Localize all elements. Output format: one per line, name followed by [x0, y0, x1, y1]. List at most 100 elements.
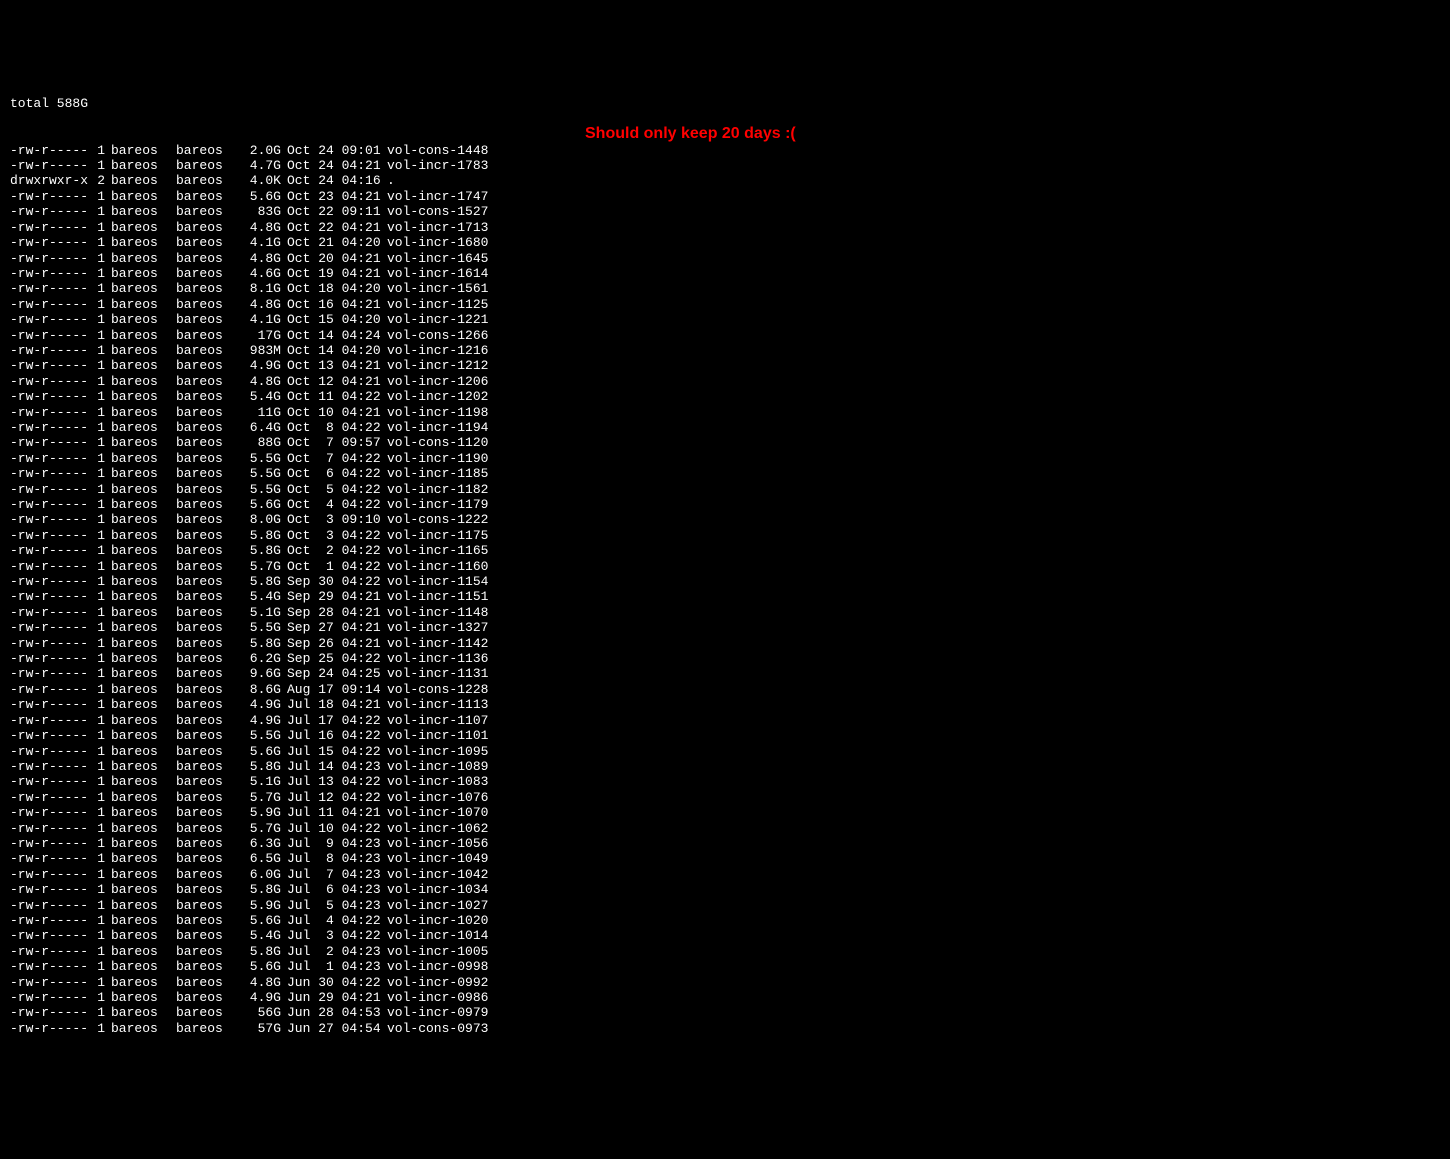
file-name: vol-incr-1198 [387, 405, 488, 420]
file-date: Oct 24 09:01 [287, 143, 387, 158]
file-size: 6.5G [241, 851, 281, 866]
file-date: Sep 28 04:21 [287, 605, 387, 620]
file-date: Oct 7 09:57 [287, 435, 387, 450]
file-link-count: 1 [90, 821, 105, 836]
file-size: 4.8G [241, 220, 281, 235]
file-link-count: 1 [90, 559, 105, 574]
file-group: bareos [176, 928, 241, 943]
file-owner: bareos [111, 143, 176, 158]
file-permissions: -rw-r----- [10, 281, 90, 296]
file-link-count: 1 [90, 913, 105, 928]
file-date: Oct 19 04:21 [287, 266, 387, 281]
file-owner: bareos [111, 928, 176, 943]
file-permissions: -rw-r----- [10, 358, 90, 373]
file-permissions: -rw-r----- [10, 559, 90, 574]
list-item: -rw-r-----1bareosbareos8.1GOct 18 04:20v… [10, 281, 1440, 296]
list-item: -rw-r-----1bareosbareos8.0GOct 3 09:10vo… [10, 512, 1440, 527]
file-group: bareos [176, 251, 241, 266]
file-owner: bareos [111, 574, 176, 589]
file-size: 88G [241, 435, 281, 450]
file-date: Oct 22 09:11 [287, 204, 387, 219]
file-owner: bareos [111, 682, 176, 697]
list-item: -rw-r-----1bareosbareos8.6GAug 17 09:14v… [10, 682, 1440, 697]
file-name: vol-cons-1448 [387, 143, 488, 158]
file-size: 5.5G [241, 728, 281, 743]
file-date: Jul 14 04:23 [287, 759, 387, 774]
file-permissions: -rw-r----- [10, 605, 90, 620]
file-date: Jul 13 04:22 [287, 774, 387, 789]
file-size: 4.9G [241, 713, 281, 728]
file-size: 11G [241, 405, 281, 420]
file-permissions: -rw-r----- [10, 143, 90, 158]
file-size: 9.6G [241, 666, 281, 681]
file-size: 5.4G [241, 389, 281, 404]
file-permissions: -rw-r----- [10, 497, 90, 512]
file-owner: bareos [111, 944, 176, 959]
file-group: bareos [176, 1005, 241, 1020]
file-link-count: 1 [90, 543, 105, 558]
file-link-count: 1 [90, 975, 105, 990]
file-link-count: 1 [90, 636, 105, 651]
file-owner: bareos [111, 759, 176, 774]
file-size: 5.1G [241, 605, 281, 620]
file-name: vol-incr-1136 [387, 651, 488, 666]
file-owner: bareos [111, 158, 176, 173]
file-date: Oct 12 04:21 [287, 374, 387, 389]
file-size: 8.6G [241, 682, 281, 697]
file-owner: bareos [111, 882, 176, 897]
file-date: Oct 6 04:22 [287, 466, 387, 481]
file-size: 5.8G [241, 944, 281, 959]
file-size: 6.2G [241, 651, 281, 666]
file-owner: bareos [111, 482, 176, 497]
list-item: -rw-r-----1bareosbareos5.8GJul 6 04:23vo… [10, 882, 1440, 897]
file-name: vol-incr-1076 [387, 790, 488, 805]
file-name: vol-incr-1095 [387, 744, 488, 759]
file-owner: bareos [111, 898, 176, 913]
file-owner: bareos [111, 651, 176, 666]
file-permissions: -rw-r----- [10, 959, 90, 974]
file-name: vol-cons-1228 [387, 682, 488, 697]
file-permissions: -rw-r----- [10, 189, 90, 204]
file-permissions: -rw-r----- [10, 266, 90, 281]
file-link-count: 1 [90, 158, 105, 173]
file-permissions: -rw-r----- [10, 944, 90, 959]
file-name: vol-incr-1056 [387, 836, 488, 851]
file-name: vol-cons-0973 [387, 1021, 488, 1036]
file-name: vol-cons-1527 [387, 204, 488, 219]
file-owner: bareos [111, 543, 176, 558]
file-link-count: 1 [90, 251, 105, 266]
file-link-count: 1 [90, 312, 105, 327]
file-size: 5.8G [241, 528, 281, 543]
file-group: bareos [176, 189, 241, 204]
list-item: -rw-r-----1bareosbareos5.9GJul 5 04:23vo… [10, 898, 1440, 913]
file-date: Jul 18 04:21 [287, 697, 387, 712]
file-permissions: -rw-r----- [10, 1021, 90, 1036]
file-owner: bareos [111, 251, 176, 266]
file-group: bareos [176, 728, 241, 743]
file-name: vol-incr-1645 [387, 251, 488, 266]
file-group: bareos [176, 482, 241, 497]
file-date: Oct 14 04:24 [287, 328, 387, 343]
list-item: -rw-r-----1bareosbareos5.8GOct 2 04:22vo… [10, 543, 1440, 558]
file-owner: bareos [111, 343, 176, 358]
list-item: -rw-r-----1bareosbareos4.6GOct 19 04:21v… [10, 266, 1440, 281]
file-name: vol-incr-1125 [387, 297, 488, 312]
file-owner: bareos [111, 805, 176, 820]
file-name: vol-incr-1083 [387, 774, 488, 789]
file-owner: bareos [111, 559, 176, 574]
file-permissions: -rw-r----- [10, 328, 90, 343]
file-group: bareos [176, 990, 241, 1005]
file-group: bareos [176, 328, 241, 343]
file-name: vol-incr-1221 [387, 312, 488, 327]
file-link-count: 1 [90, 528, 105, 543]
file-name: vol-cons-1222 [387, 512, 488, 527]
file-link-count: 1 [90, 851, 105, 866]
file-owner: bareos [111, 312, 176, 327]
file-size: 4.0K [241, 173, 281, 188]
file-group: bareos [176, 374, 241, 389]
file-link-count: 1 [90, 944, 105, 959]
file-permissions: -rw-r----- [10, 543, 90, 558]
file-link-count: 1 [90, 189, 105, 204]
file-date: Sep 24 04:25 [287, 666, 387, 681]
file-permissions: -rw-r----- [10, 728, 90, 743]
